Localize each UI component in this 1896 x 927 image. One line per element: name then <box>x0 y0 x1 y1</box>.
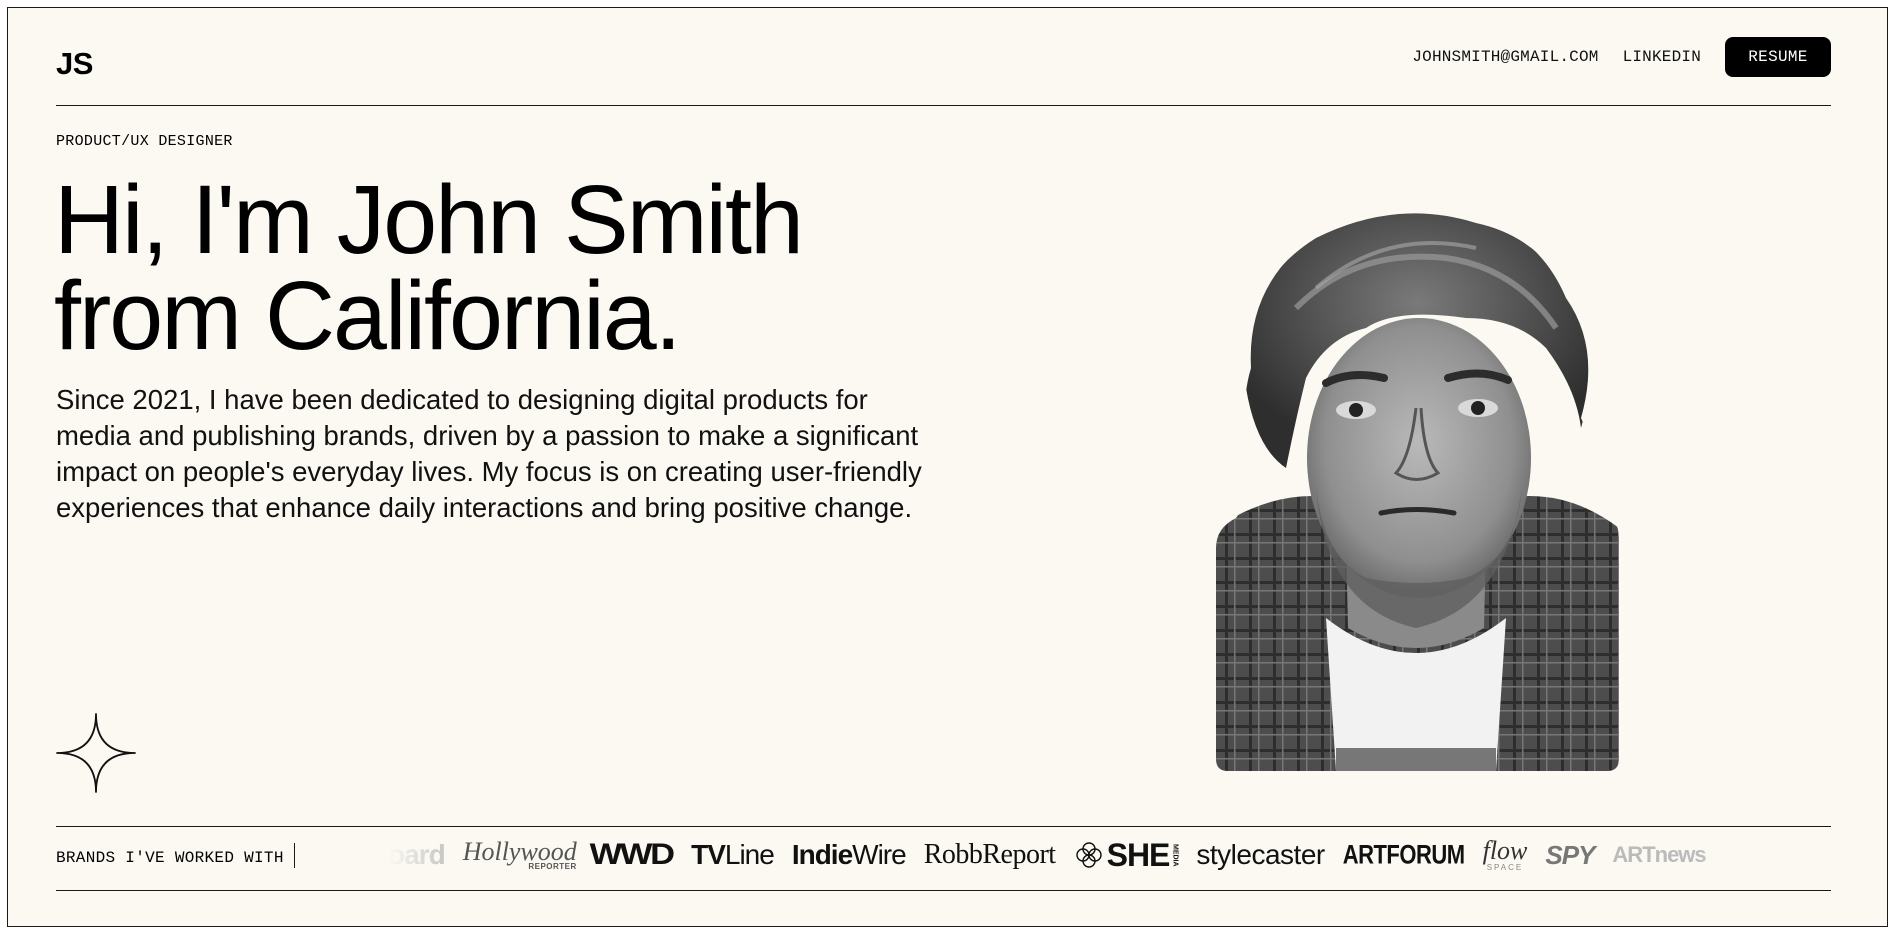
four-point-star-icon <box>56 713 136 793</box>
brand-logo-artforum: ARTFORUM <box>1342 839 1465 870</box>
headline-line-1: Hi, I'm John Smith <box>54 165 804 274</box>
brand-logo-wwd: WWD <box>589 838 674 871</box>
top-nav: JOHNSMITH@GMAIL.COM LINKEDIN RESUME <box>1388 37 1831 77</box>
brand-logo-tvline: TVLine <box>691 839 775 870</box>
brand-logo-artnews: ARTnews <box>1612 842 1706 867</box>
email-link[interactable]: JOHNSMITH@GMAIL.COM <box>1412 48 1598 66</box>
brands-separator <box>294 843 295 868</box>
brand-logo-hollywood-reporter: Hollywood REPORTER <box>462 837 577 871</box>
brand-logo-stylecaster: stylecaster <box>1196 839 1325 870</box>
header-divider <box>56 105 1831 106</box>
brand-logo-spy: SPY <box>1545 839 1595 870</box>
brands-top-divider <box>56 826 1831 827</box>
marquee-fade-left <box>388 828 458 882</box>
brand-logo-she-media: SHE MEDIA <box>1074 837 1178 874</box>
site-logo[interactable]: JS <box>56 46 93 82</box>
headline-line-2: from California. <box>54 261 682 370</box>
intro-paragraph: Since 2021, I have been dedicated to des… <box>56 384 922 523</box>
marquee-fade-right <box>1698 828 1768 882</box>
portrait-photo <box>1216 205 1619 771</box>
page-frame: JS JOHNSMITH@GMAIL.COM LINKEDIN RESUME P… <box>7 7 1888 927</box>
flower-icon <box>1075 842 1102 868</box>
brands-marquee: oard Hollywood REPORTER WWD TVLine Indie… <box>388 830 1724 880</box>
linkedin-link[interactable]: LINKEDIN <box>1623 48 1701 66</box>
brand-logo-flow-space: flow SPACE <box>1482 836 1528 872</box>
brand-logo-indiewire: IndieWire <box>791 839 907 870</box>
resume-button[interactable]: RESUME <box>1725 37 1831 77</box>
brands-bottom-divider <box>56 890 1831 891</box>
role-label: PRODUCT/UX DESIGNER <box>56 133 233 150</box>
brands-label: BRANDS I'VE WORKED WITH <box>56 849 284 867</box>
brand-logo-robb-report: RobbReport <box>923 839 1056 870</box>
hero-headline: Hi, I'm John Smith from California. <box>54 171 804 364</box>
